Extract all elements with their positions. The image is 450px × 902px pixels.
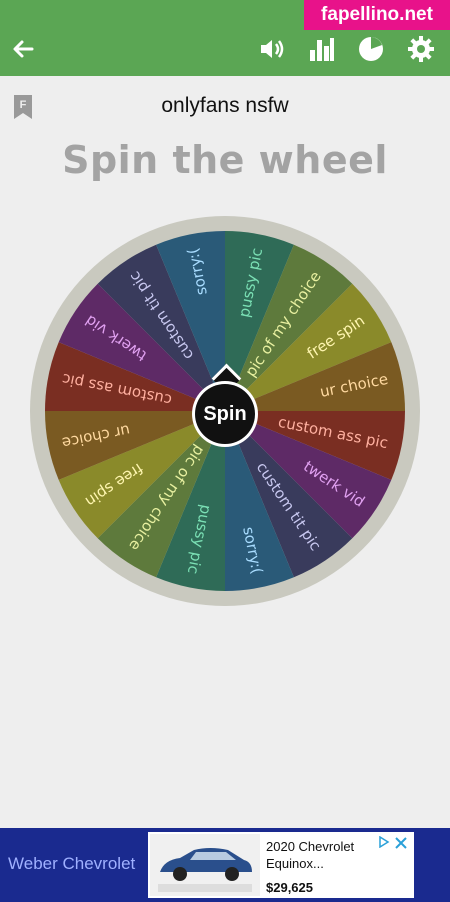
ad-card[interactable]: 2020 Chevrolet Equinox... $29,625 [148,832,414,898]
ad-advertiser[interactable]: Weber Chevrolet [8,854,135,874]
wheel-header: F onlyfans nsfw [0,86,450,126]
ad-price: $29,625 [266,880,313,895]
page-title: Spin the wheel [62,138,388,182]
watermark: fapellino.net [304,0,450,30]
gear-icon[interactable] [406,34,436,64]
volume-icon[interactable] [256,34,286,64]
close-icon[interactable] [394,836,408,850]
ad-choices-icon[interactable] [378,836,390,848]
ad-banner[interactable]: Weber Chevrolet 2020 Chevrolet Equinox..… [0,828,450,902]
back-arrow-icon[interactable] [8,34,38,64]
wheel-name: onlyfans nsfw [161,94,289,117]
bar-chart-icon[interactable] [306,34,336,64]
car-image-icon [150,834,260,896]
spin-button[interactable]: Spin [195,384,255,444]
pie-chart-icon[interactable] [356,34,386,64]
